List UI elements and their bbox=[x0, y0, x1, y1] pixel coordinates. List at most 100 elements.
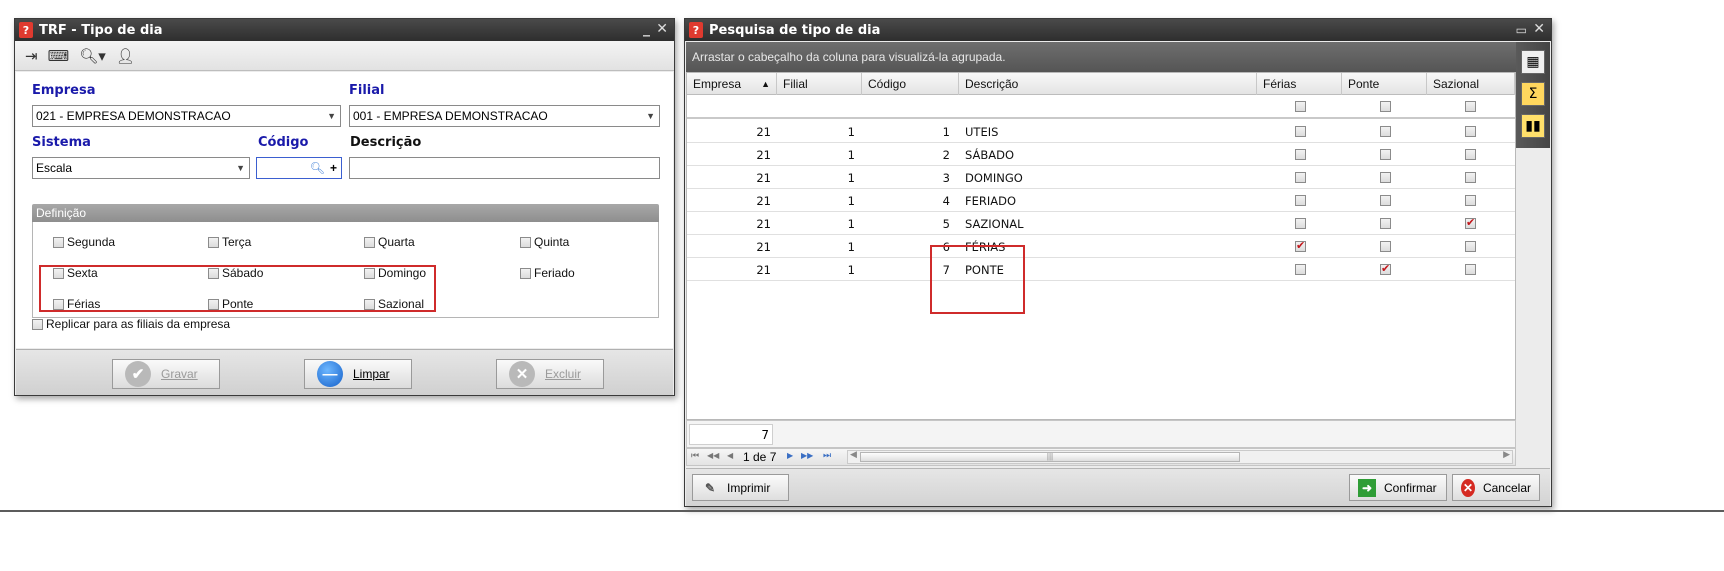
checkbox-box[interactable] bbox=[32, 318, 43, 330]
gravar-button[interactable]: ✔ Gravar bbox=[112, 359, 220, 389]
descricao-input[interactable] bbox=[349, 157, 660, 179]
next-page-icon[interactable]: ▶▶ bbox=[801, 451, 813, 460]
close-button[interactable]: ✕ bbox=[1533, 21, 1545, 37]
minimize-button[interactable]: _ bbox=[643, 21, 650, 37]
table-cell: 2 bbox=[942, 148, 950, 162]
chevron-down-icon[interactable]: ▼ bbox=[327, 106, 336, 126]
row-sazional-checkbox[interactable] bbox=[1465, 241, 1476, 252]
imprimir-label: Imprimir bbox=[727, 480, 771, 495]
empresa-value: 021 - EMPRESA DEMONSTRACAO bbox=[36, 109, 231, 123]
filter-ferias-checkbox[interactable] bbox=[1295, 101, 1306, 112]
table-cell: 21 bbox=[756, 240, 771, 254]
maximize-button[interactable]: ▭ bbox=[1516, 23, 1527, 37]
table-row[interactable]: 21 1 6 FÉRIAS bbox=[687, 236, 1515, 258]
checkbox-box[interactable] bbox=[364, 236, 375, 248]
column-header-empresa[interactable]: Empresa ▲ bbox=[687, 73, 777, 95]
table-row[interactable]: 21 1 1 UTEIS bbox=[687, 121, 1515, 143]
cancelar-button[interactable]: ✕ Cancelar bbox=[1452, 474, 1540, 501]
row-ponte-checkbox[interactable] bbox=[1380, 126, 1391, 137]
search-icon[interactable]: 🔍︎ bbox=[310, 158, 325, 178]
bar-chart-icon[interactable]: ▮▮ bbox=[1521, 114, 1545, 138]
first-record-icon[interactable]: ⏮ bbox=[691, 450, 699, 461]
user-icon[interactable]: 👤︎ bbox=[116, 47, 135, 65]
limpar-button[interactable]: — Limpar bbox=[304, 359, 412, 389]
grid-header: Empresa ▲ Filial Código Descrição Férias… bbox=[687, 73, 1515, 95]
column-header-sazional[interactable]: Sazional bbox=[1427, 73, 1515, 95]
checkbox-label: Terça bbox=[222, 235, 252, 249]
table-row[interactable]: 21 1 3 DOMINGO bbox=[687, 167, 1515, 189]
table-cell: 21 bbox=[756, 148, 771, 162]
row-sazional-checkbox[interactable] bbox=[1465, 172, 1476, 183]
exit-icon[interactable]: ⇥ bbox=[25, 47, 38, 65]
sum-icon[interactable]: Σ bbox=[1521, 82, 1545, 106]
column-header-filial[interactable]: Filial bbox=[777, 73, 862, 95]
checkbox-quinta[interactable]: Quinta bbox=[520, 235, 569, 249]
checkbox-quarta[interactable]: Quarta bbox=[364, 235, 415, 249]
row-sazional-checkbox[interactable] bbox=[1465, 264, 1476, 275]
confirmar-button[interactable]: ➜ Confirmar bbox=[1349, 474, 1447, 501]
row-ferias-checkbox[interactable] bbox=[1295, 218, 1306, 229]
empresa-select[interactable]: 021 - EMPRESA DEMONSTRACAO ▼ bbox=[32, 105, 341, 127]
codigo-input[interactable]: 🔍︎ + bbox=[256, 157, 342, 179]
row-ponte-checkbox[interactable] bbox=[1380, 241, 1391, 252]
checkbox-label: Replicar para as filiais da empresa bbox=[46, 317, 231, 331]
search-dropdown-icon[interactable]: 🔍︎▾ bbox=[79, 47, 106, 65]
scroll-right-icon[interactable]: ▶ bbox=[1503, 449, 1510, 460]
highlight-box bbox=[930, 245, 1025, 314]
grid-layout-icon[interactable]: ▦ bbox=[1521, 50, 1545, 74]
filter-ponte-checkbox[interactable] bbox=[1380, 101, 1391, 112]
checkbox-feriado[interactable]: Feriado bbox=[520, 266, 575, 280]
keyboard-icon[interactable]: ⌨ bbox=[48, 47, 70, 65]
table-row[interactable]: 21 1 4 FERIADO bbox=[687, 190, 1515, 212]
title-bar[interactable]: ? TRF - Tipo de dia _ ✕ bbox=[15, 19, 674, 41]
excluir-button[interactable]: ✕ Excluir bbox=[496, 359, 604, 389]
row-ferias-checkbox[interactable] bbox=[1295, 149, 1306, 160]
checkbox-replicar[interactable]: Replicar para as filiais da empresa bbox=[32, 317, 230, 331]
checkbox-box[interactable] bbox=[520, 236, 531, 248]
add-icon[interactable]: + bbox=[330, 158, 337, 178]
column-header-descricao[interactable]: Descrição bbox=[959, 73, 1257, 95]
imprimir-button[interactable]: ✎ Imprimir bbox=[692, 474, 789, 501]
table-row[interactable]: 21 1 7 PONTE bbox=[687, 259, 1515, 281]
row-sazional-checkbox[interactable] bbox=[1465, 126, 1476, 137]
filter-sazional-checkbox[interactable] bbox=[1465, 101, 1476, 112]
next-record-icon[interactable]: ▶ bbox=[787, 451, 793, 460]
row-ponte-checkbox[interactable] bbox=[1380, 218, 1391, 229]
column-header-ponte[interactable]: Ponte bbox=[1342, 73, 1427, 95]
checkbox-box[interactable] bbox=[208, 236, 219, 248]
column-header-ferias[interactable]: Férias bbox=[1257, 73, 1342, 95]
checkbox-segunda[interactable]: Segunda bbox=[53, 235, 115, 249]
table-cell: 21 bbox=[756, 125, 771, 139]
row-ferias-checkbox[interactable] bbox=[1295, 126, 1306, 137]
chevron-down-icon[interactable]: ▼ bbox=[236, 158, 245, 178]
row-sazional-checkbox[interactable] bbox=[1465, 195, 1476, 206]
previous-record-icon[interactable]: ◀ bbox=[727, 451, 733, 460]
row-ferias-checkbox[interactable] bbox=[1295, 172, 1306, 183]
previous-page-icon[interactable]: ◀◀ bbox=[707, 451, 719, 460]
scroll-thumb[interactable]: ||| bbox=[860, 452, 1240, 462]
row-ponte-checkbox[interactable] bbox=[1380, 149, 1391, 160]
row-sazional-checkbox[interactable] bbox=[1465, 149, 1476, 160]
close-button[interactable]: ✕ bbox=[656, 21, 668, 37]
row-ponte-checkbox[interactable] bbox=[1380, 172, 1391, 183]
table-row[interactable]: 21 1 2 SÁBADO bbox=[687, 144, 1515, 166]
row-sazional-checkbox[interactable] bbox=[1465, 216, 1476, 229]
title-bar[interactable]: ? Pesquisa de tipo de dia ▭ ✕ bbox=[685, 19, 1551, 41]
column-header-codigo[interactable]: Código bbox=[862, 73, 959, 95]
row-ponte-checkbox[interactable] bbox=[1380, 262, 1391, 275]
checkbox-box[interactable] bbox=[520, 267, 531, 279]
filial-select[interactable]: 001 - EMPRESA DEMONSTRACAO ▼ bbox=[349, 105, 660, 127]
checkbox-box[interactable] bbox=[53, 236, 64, 248]
chevron-down-icon[interactable]: ▼ bbox=[646, 106, 655, 126]
scroll-left-icon[interactable]: ◀ bbox=[850, 449, 857, 460]
horizontal-scrollbar[interactable]: ◀ ||| ▶ bbox=[847, 449, 1513, 464]
checkbox-terca[interactable]: Terça bbox=[208, 235, 251, 249]
row-ferias-checkbox[interactable] bbox=[1295, 239, 1306, 252]
table-row[interactable]: 21 1 5 SAZIONAL bbox=[687, 213, 1515, 235]
row-ponte-checkbox[interactable] bbox=[1380, 195, 1391, 206]
row-ferias-checkbox[interactable] bbox=[1295, 195, 1306, 206]
window-title: TRF - Tipo de dia bbox=[39, 22, 163, 38]
row-ferias-checkbox[interactable] bbox=[1295, 264, 1306, 275]
last-record-icon[interactable]: ⏭ bbox=[823, 450, 831, 461]
sistema-select[interactable]: Escala ▼ bbox=[32, 157, 250, 179]
